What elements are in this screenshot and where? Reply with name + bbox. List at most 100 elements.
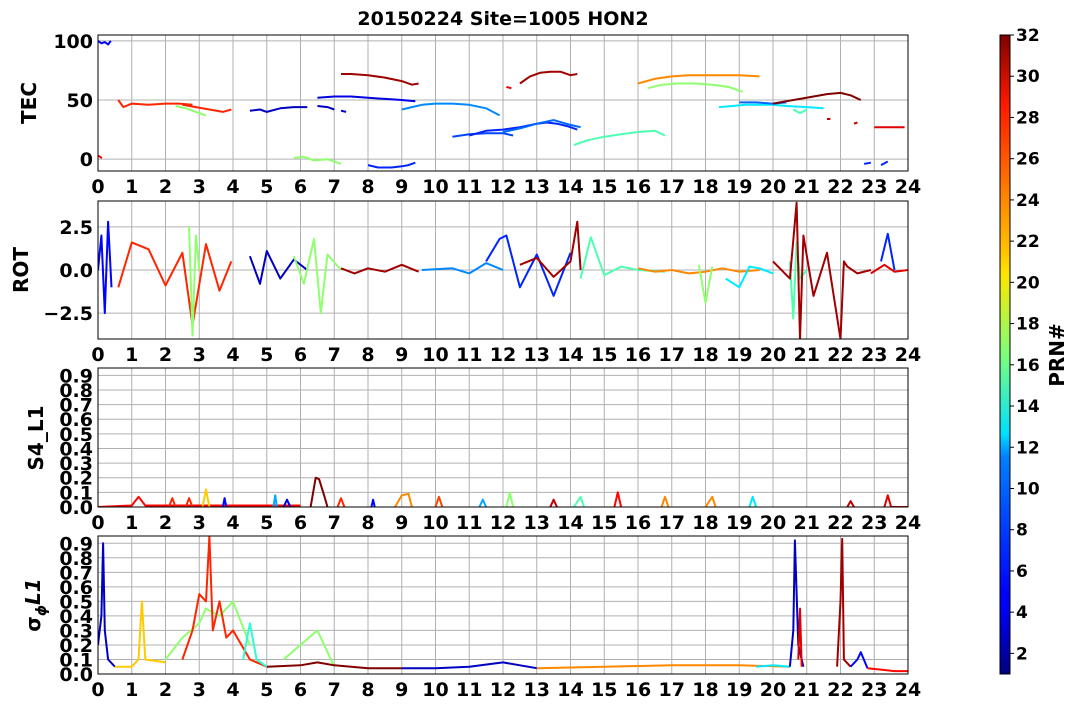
x-tick-label: 8	[361, 679, 374, 701]
x-tick-label: 12	[490, 679, 516, 701]
x-tick-label: 14	[557, 679, 583, 701]
x-tick-label: 13	[524, 176, 550, 198]
colorbar-label: PRN#	[1045, 323, 1069, 387]
colorbar-tick-label: 4	[1016, 603, 1028, 623]
x-tick-label: 16	[625, 512, 651, 534]
x-tick-label: 0	[91, 344, 104, 366]
x-tick-label: 9	[395, 679, 408, 701]
series-line-prn-12	[718, 103, 824, 110]
x-tick-label: 16	[625, 176, 651, 198]
series-line-prn-24	[660, 495, 670, 507]
x-tick-label: 23	[861, 679, 887, 701]
series-line-prn-6	[367, 161, 416, 169]
x-tick-label: 24	[895, 344, 921, 366]
series-line-prn-28	[98, 154, 103, 159]
y-tick-label: 0.9	[59, 365, 93, 387]
chart-title: 20150224 Site=1005 HON2	[357, 8, 648, 30]
x-tick-label: 1	[125, 679, 138, 701]
series-line-prn-30	[846, 500, 855, 507]
x-tick-label: 7	[328, 344, 341, 366]
x-tick-label: 3	[193, 344, 206, 366]
x-tick-label: 5	[260, 512, 273, 534]
series-line-prn-9	[421, 262, 504, 275]
x-tick-label: 10	[422, 176, 448, 198]
y-tick-label: 0	[80, 149, 93, 171]
x-tick-label: 7	[328, 176, 341, 198]
series-line-prn-7	[452, 132, 514, 138]
colorbar-tick-label: 2	[1016, 644, 1028, 664]
x-tick-label: 21	[794, 679, 820, 701]
x-tick-label: 18	[692, 512, 718, 534]
rot-axis-label: ROT	[9, 247, 33, 293]
sigma-phi-panel: σϕL1 0 1 2 3 4 5 6 7 8 9 10 11 12 13 14 15 16 17 18 19 20 21 2…	[21, 533, 921, 701]
series-line-prn-3	[317, 105, 335, 111]
prn-colorbar: 2468101214161820222426283032 PRN#	[999, 26, 1069, 675]
x-tick-label: 6	[294, 679, 307, 701]
x-tick-label: 24	[895, 512, 921, 534]
y-tick-label: −2.5	[43, 303, 93, 325]
series-line-prn-28	[613, 491, 623, 507]
x-tick-label: 0	[91, 512, 104, 534]
colorbar-tick-label: 10	[1016, 479, 1040, 499]
series-line-prn-29	[883, 494, 908, 507]
x-tick-label: 18	[692, 344, 718, 366]
tec-panel: TEC 0 1 2 3 4 5 6 7 8 9 10 11 12 13 14 15 16 17 18 19 20 21 22…	[17, 31, 921, 198]
series-line-prn-6	[880, 160, 889, 166]
series-line-prn-24	[704, 495, 717, 507]
series-line-prn-5	[849, 651, 869, 669]
series-line-prn-28	[867, 667, 908, 673]
x-tick-label: 18	[692, 679, 718, 701]
series-line-prn-3	[98, 542, 116, 668]
colorbar-tick-label: 16	[1016, 356, 1040, 376]
series-line-prn-15	[573, 129, 666, 146]
colorbar-tick-label: 6	[1016, 562, 1028, 582]
x-tick-label: 19	[726, 679, 752, 701]
y-tick-label: 0.9	[59, 533, 93, 555]
series-line-prn-15	[579, 236, 666, 279]
series-line-prn-10	[478, 498, 488, 507]
y-tick-label: 100	[53, 31, 93, 53]
x-tick-label: 20	[760, 679, 786, 701]
x-tick-label: 7	[328, 512, 341, 534]
colorbar-tick-label: 26	[1016, 150, 1040, 170]
x-tick-label: 22	[827, 344, 853, 366]
colorbar-tick-label: 30	[1016, 67, 1040, 87]
x-tick-label: 11	[456, 512, 482, 534]
x-tick-label: 8	[361, 344, 374, 366]
x-tick-label: 3	[193, 176, 206, 198]
series-line-prn-30	[549, 498, 558, 507]
series-line-prn-3	[249, 106, 308, 113]
x-tick-label: 13	[524, 679, 550, 701]
series-line-prn-29	[870, 263, 908, 275]
x-tick-label: 5	[260, 176, 273, 198]
colorbar-tick-label: 22	[1016, 232, 1040, 252]
x-tick-label: 0	[91, 176, 104, 198]
y-tick-label: 2.5	[59, 217, 93, 239]
series-line-prn-17	[505, 491, 515, 507]
x-tick-label: 4	[226, 512, 239, 534]
x-tick-label: 13	[524, 512, 550, 534]
x-tick-label: 3	[193, 512, 206, 534]
x-tick-label: 17	[659, 344, 685, 366]
series-line-prn-15	[573, 495, 585, 507]
colorbar-tick-label: 28	[1016, 108, 1040, 128]
x-tick-label: 20	[760, 512, 786, 534]
x-tick-label: 10	[422, 344, 448, 366]
series-line-prn-32	[772, 91, 862, 105]
x-tick-label: 17	[659, 679, 685, 701]
x-tick-label: 15	[591, 344, 617, 366]
colorbar-gradient	[999, 34, 1011, 675]
colorbar-tick-label: 12	[1016, 438, 1040, 458]
x-tick-label: 16	[625, 679, 651, 701]
x-tick-label: 9	[395, 512, 408, 534]
series-line-prn-26	[434, 495, 444, 507]
x-tick-label: 6	[294, 176, 307, 198]
x-tick-label: 12	[490, 512, 516, 534]
series-line-prn-24	[394, 492, 413, 507]
rot-panel: ROT 0 1 2 3 4 5 6 7 8 9 10 11 12 13 14 15 16 17 18 19 20 21 22…	[9, 200, 921, 366]
colorbar-tick-label: 24	[1016, 191, 1040, 211]
x-tick-label: 9	[395, 176, 408, 198]
x-tick-label: 5	[260, 679, 273, 701]
x-tick-label: 2	[159, 176, 172, 198]
x-tick-label: 12	[490, 176, 516, 198]
